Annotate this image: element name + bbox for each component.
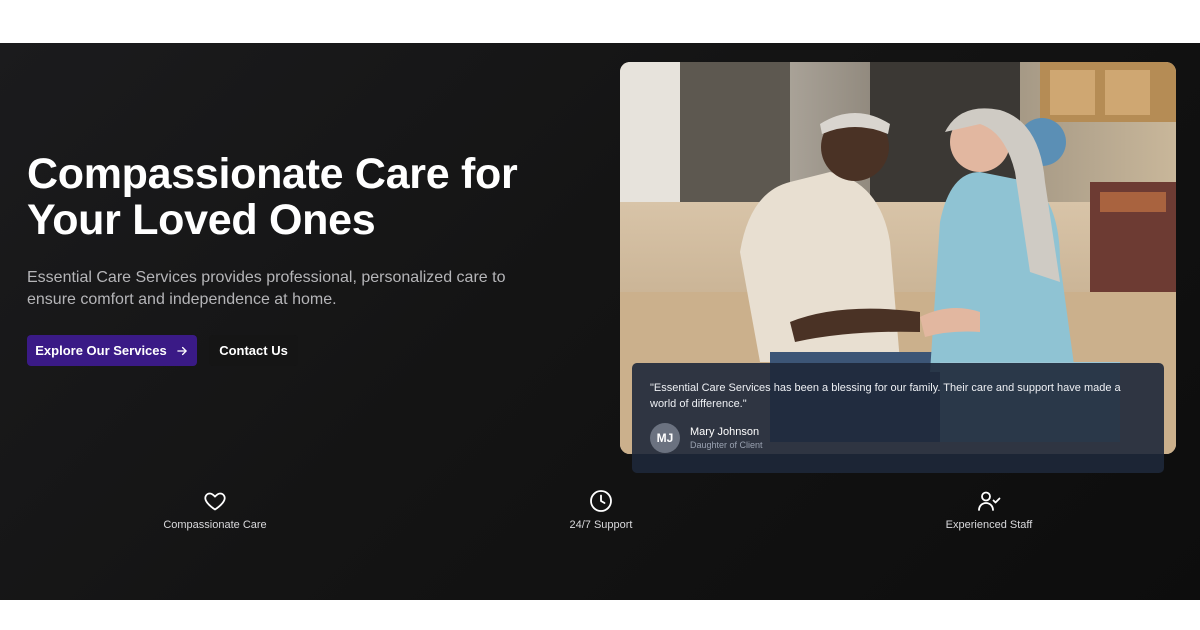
explore-services-label: Explore Our Services: [35, 343, 167, 358]
hero-section: Compassionate Care for Your Loved Ones E…: [0, 43, 1200, 600]
hero-headline-line-2: Your Loved Ones: [27, 196, 376, 244]
avatar: MJ: [650, 423, 680, 453]
arrow-right-icon: [177, 346, 187, 355]
clock-icon: [590, 490, 612, 512]
feature-compassionate-care: Compassionate Care: [115, 489, 315, 531]
feature-24-7-support: 24/7 Support: [501, 489, 701, 531]
explore-services-button[interactable]: Explore Our Services: [27, 335, 197, 366]
testimonial-author: MJ Mary Johnson Daughter of Client: [650, 423, 763, 453]
testimonial-card: "Essential Care Services has been a bles…: [632, 363, 1164, 473]
feature-label: Compassionate Care: [163, 519, 267, 531]
user-check-icon: [978, 491, 1001, 511]
testimonial-quote: "Essential Care Services has been a bles…: [650, 382, 1121, 410]
author-name: Mary Johnson: [690, 425, 760, 438]
feature-label: Experienced Staff: [945, 519, 1033, 531]
contact-us-button[interactable]: Contact Us: [209, 335, 298, 366]
hero-headline: Compassionate Care for Your Loved Ones: [27, 150, 518, 244]
author-info: Mary Johnson Daughter of Client: [690, 425, 763, 452]
author-role: Daughter of Client: [690, 439, 763, 450]
hero-headline-line-1: Compassionate Care for: [27, 150, 518, 198]
feature-label: 24/7 Support: [569, 519, 633, 531]
hero-subtext: Essential Care Services provides profess…: [27, 269, 506, 308]
heart-icon: [204, 492, 226, 511]
feature-experienced-staff: Experienced Staff: [889, 489, 1089, 531]
